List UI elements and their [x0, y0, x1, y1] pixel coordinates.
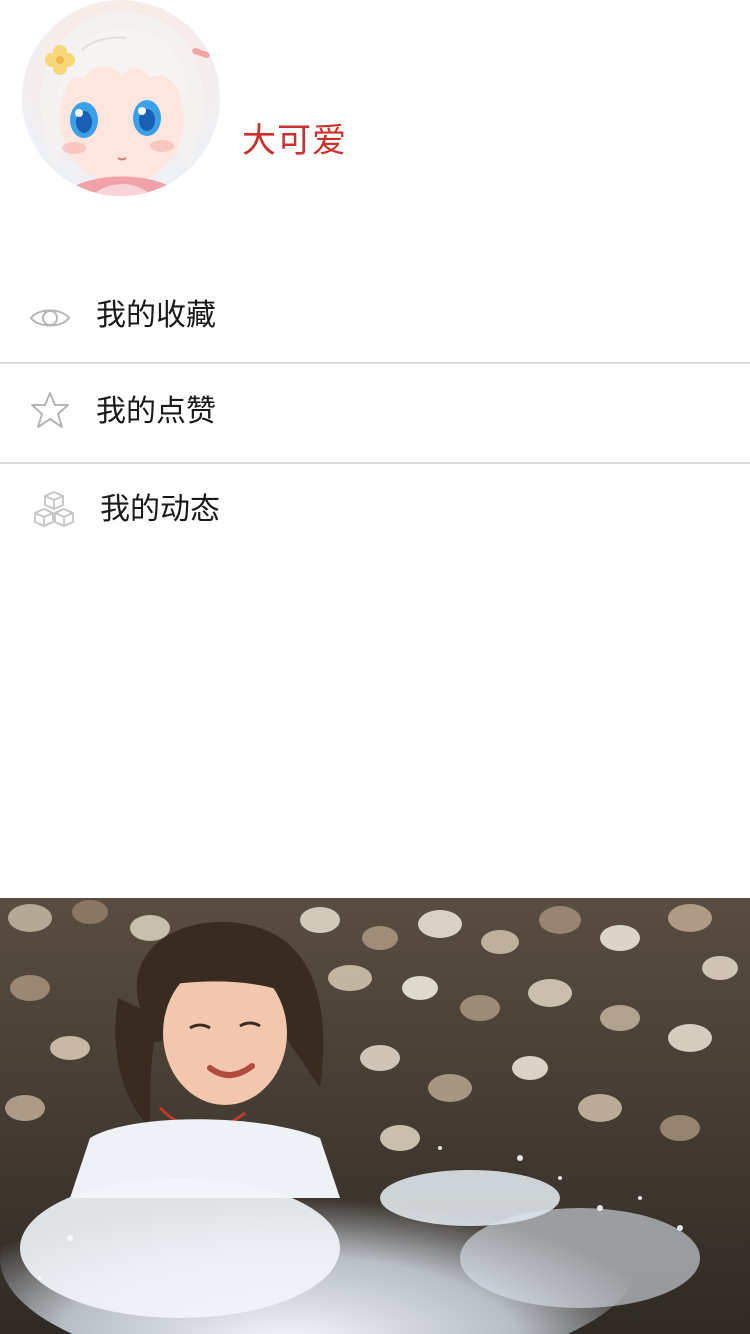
girl-splashing-photo-icon — [0, 898, 750, 1334]
menu-item-label: 我的动态 — [100, 492, 220, 527]
cubes-icon — [33, 490, 77, 534]
avatar[interactable] — [22, 0, 220, 196]
menu-item-favorites[interactable]: 我的收藏 — [0, 272, 750, 364]
anime-girl-avatar-icon — [40, 11, 210, 196]
menu-item-label: 我的点赞 — [96, 394, 216, 429]
photo-banner[interactable] — [0, 898, 750, 1334]
star-icon — [30, 390, 74, 434]
profile-header: 大可爱 — [0, 0, 750, 220]
username: 大可爱 — [242, 121, 347, 161]
menu-item-likes[interactable]: 我的点赞 — [0, 364, 750, 464]
profile-menu: 我的收藏 我的点赞 我的动态 — [0, 272, 750, 554]
menu-item-label: 我的收藏 — [96, 298, 216, 333]
profile-page: 大可爱 我的收藏 我的点赞 我的动态 — [0, 0, 750, 1334]
menu-item-activity[interactable]: 我的动态 — [0, 464, 750, 554]
eye-icon — [28, 296, 72, 340]
